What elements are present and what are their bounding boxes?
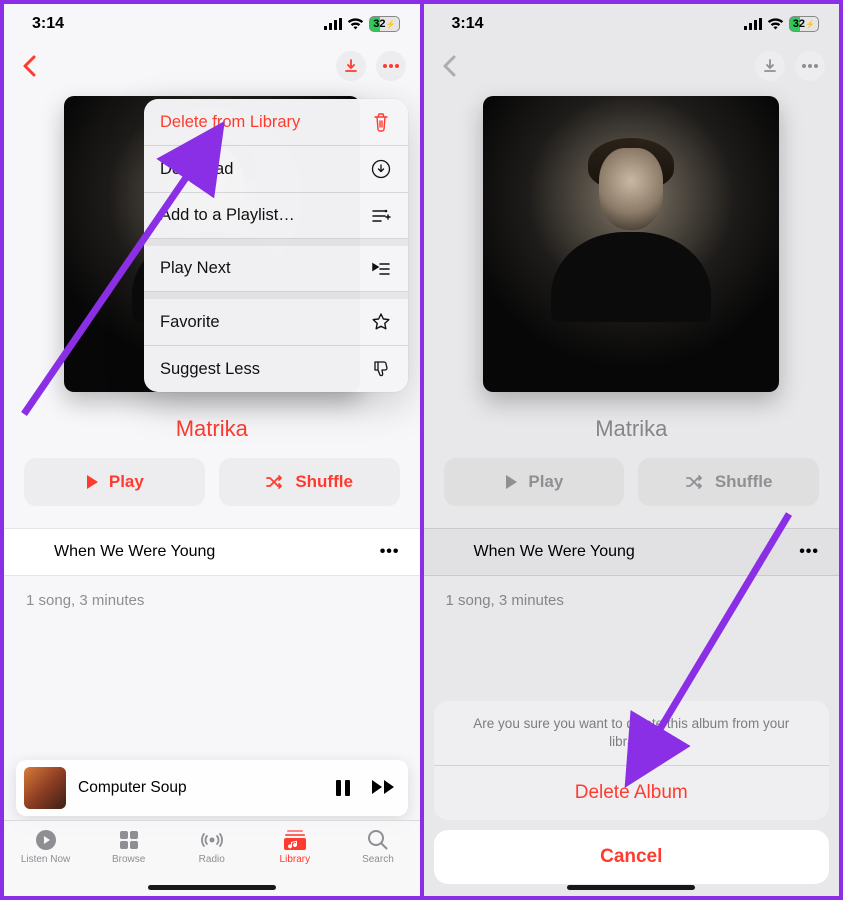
play-button[interactable]: Play <box>24 458 205 506</box>
menu-suggest-less[interactable]: Suggest Less <box>144 346 408 392</box>
tab-label: Search <box>362 854 394 865</box>
menu-item-label: Download <box>160 160 233 179</box>
play-label: Play <box>528 472 563 492</box>
screenshot-right: 3:14 32⚡ Matrika Pla <box>424 4 840 896</box>
track-more-button[interactable]: ••• <box>380 543 400 561</box>
home-indicator <box>148 885 276 890</box>
screenshot-left: 3:14 32⚡ <box>4 4 424 896</box>
tab-search[interactable]: Search <box>344 827 412 865</box>
grid-icon <box>118 827 140 853</box>
now-playing-bar[interactable]: Computer Soup <box>16 760 408 816</box>
cancel-button[interactable]: Cancel <box>434 830 830 884</box>
menu-item-label: Add to a Playlist… <box>160 206 295 225</box>
sheet-message: Are you sure you want to delete this alb… <box>434 701 830 765</box>
shuffle-icon <box>685 474 705 490</box>
library-icon <box>283 827 307 853</box>
tab-bar: Listen Now Browse Radio Library Search <box>4 820 420 896</box>
status-time: 3:14 <box>32 15 64 33</box>
album-meta: 1 song, 3 minutes <box>4 576 420 625</box>
tab-radio[interactable]: Radio <box>178 827 246 865</box>
nav-bar <box>4 44 420 88</box>
shuffle-label: Shuffle <box>715 472 773 492</box>
menu-delete-from-library[interactable]: Delete from Library <box>144 99 408 146</box>
status-time: 3:14 <box>452 15 484 33</box>
play-circle-icon <box>34 827 58 853</box>
menu-favorite[interactable]: Favorite <box>144 299 408 346</box>
tab-label: Library <box>280 854 311 865</box>
wifi-icon <box>767 18 784 30</box>
search-icon <box>367 827 389 853</box>
context-menu: Delete from Library Download Add to a Pl… <box>144 99 408 392</box>
tab-label: Listen Now <box>21 854 70 865</box>
shuffle-button[interactable]: Shuffle <box>638 458 819 506</box>
now-playing-title: Computer Soup <box>78 779 322 797</box>
forward-button[interactable] <box>370 778 396 798</box>
play-button[interactable]: Play <box>444 458 625 506</box>
star-icon <box>370 312 392 332</box>
track-row[interactable]: When We Were Young ••• <box>4 528 420 576</box>
action-sheet: Are you sure you want to delete this alb… <box>434 701 830 884</box>
album-title: Matrika <box>4 416 420 442</box>
menu-item-label: Play Next <box>160 259 231 278</box>
tab-label: Radio <box>199 854 225 865</box>
album-title: Matrika <box>424 416 840 442</box>
cellular-signal-icon <box>324 18 342 30</box>
tab-label: Browse <box>112 854 145 865</box>
pause-button[interactable] <box>334 778 352 798</box>
tab-library[interactable]: Library <box>261 827 329 865</box>
trash-icon <box>370 112 392 132</box>
status-bar: 3:14 32⚡ <box>424 4 840 44</box>
play-next-icon <box>370 261 392 277</box>
now-playing-artwork <box>24 767 66 809</box>
menu-download[interactable]: Download <box>144 146 408 193</box>
menu-add-to-playlist[interactable]: Add to a Playlist… <box>144 193 408 239</box>
track-title: When We Were Young <box>54 543 215 561</box>
play-icon <box>504 474 518 490</box>
more-button[interactable] <box>795 51 825 81</box>
tab-listen-now[interactable]: Listen Now <box>12 827 80 865</box>
menu-item-label: Delete from Library <box>160 113 300 132</box>
track-more-button[interactable]: ••• <box>799 543 819 561</box>
download-button[interactable] <box>755 51 785 81</box>
status-bar: 3:14 32⚡ <box>4 4 420 44</box>
battery-icon: 32⚡ <box>369 16 399 32</box>
radio-icon <box>199 827 225 853</box>
shuffle-label: Shuffle <box>295 472 353 492</box>
nav-bar <box>424 44 840 88</box>
album-artwork[interactable] <box>483 96 779 392</box>
download-button[interactable] <box>336 51 366 81</box>
wifi-icon <box>347 18 364 30</box>
delete-album-button[interactable]: Delete Album <box>434 765 830 820</box>
tab-browse[interactable]: Browse <box>95 827 163 865</box>
cellular-signal-icon <box>744 18 762 30</box>
play-label: Play <box>109 472 144 492</box>
more-button[interactable] <box>376 51 406 81</box>
shuffle-button[interactable]: Shuffle <box>219 458 400 506</box>
back-button[interactable] <box>18 55 40 77</box>
menu-play-next[interactable]: Play Next <box>144 246 408 292</box>
thumbs-down-icon <box>370 359 392 379</box>
home-indicator <box>567 885 695 890</box>
menu-item-label: Favorite <box>160 313 220 332</box>
album-meta: 1 song, 3 minutes <box>424 576 840 625</box>
battery-icon: 32⚡ <box>789 16 819 32</box>
back-button[interactable] <box>438 55 460 77</box>
playlist-add-icon <box>370 208 392 224</box>
track-title: When We Were Young <box>474 543 635 561</box>
shuffle-icon <box>265 474 285 490</box>
menu-item-label: Suggest Less <box>160 360 260 379</box>
play-icon <box>85 474 99 490</box>
track-row[interactable]: When We Were Young ••• <box>424 528 840 576</box>
download-circle-icon <box>370 159 392 179</box>
